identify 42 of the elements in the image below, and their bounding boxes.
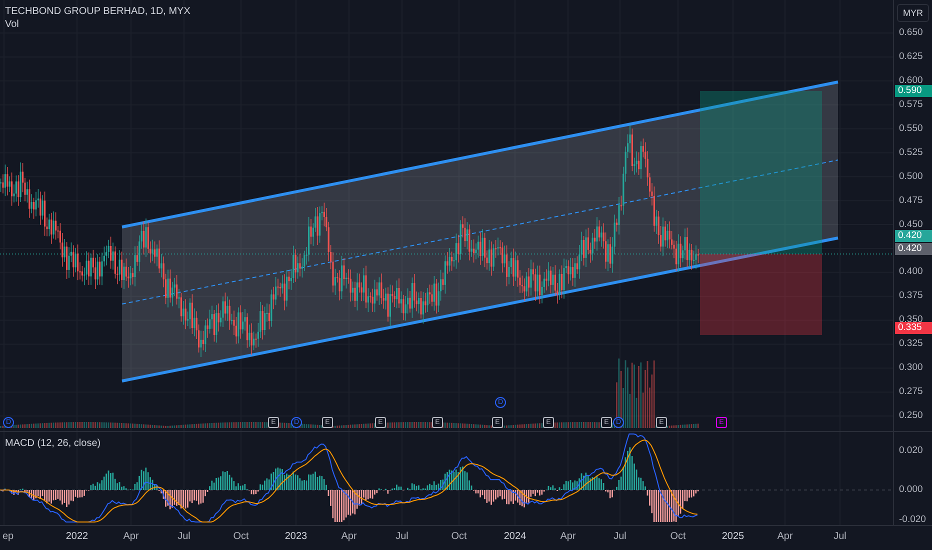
time-axis-label: Jul [178,531,190,542]
symbol-title: TECHBOND GROUP BERHAD, 1D, MYX [5,6,190,17]
price-axis-label: 0.550 [899,122,923,135]
macd-label: MACD (12, 26, close) [5,438,101,449]
time-axis-label: 2022 [66,531,88,542]
price-axis-label: 0.450 [899,218,923,231]
price-axis-label: 0.475 [899,194,923,207]
macd-axis-label: 0.020 [899,445,923,457]
price-axis-label: 0.650 [899,27,923,39]
price-tag: 0.420 [895,243,932,255]
macd-axis-label: -0.020 [899,514,926,526]
time-axis-label: Jul [834,531,846,542]
time-axis-label: Jul [614,531,626,542]
price-axis-label: 0.325 [899,338,923,350]
price-axis-label: 0.625 [899,50,923,63]
time-axis-label: Oct [451,531,467,542]
price-axis-label: 0.525 [899,146,923,159]
time-axis-label: ep [2,531,14,542]
price-axis-label: 0.250 [899,410,923,422]
time-axis-label: 2023 [284,531,308,542]
time-axis-label: Apr [777,531,793,542]
price-axis-label: 0.575 [899,98,923,111]
time-axis-label: Apr [123,531,139,542]
time-axis-label: Apr [560,531,576,542]
price-axis-label: 0.275 [899,386,923,398]
volume-label: Vol [5,19,20,30]
time-axis-label: Apr [341,531,357,542]
price-tag: 0.335 [895,322,932,334]
price-axis-label: 0.400 [899,266,923,278]
price-axis-label: 0.300 [899,362,923,374]
price-axis-label: 0.600 [899,74,923,86]
time-axis-label: 2025 [722,531,744,542]
currency-button[interactable]: MYR [897,4,929,22]
time-axis-label: Oct [233,531,249,542]
time-axis-label: 2024 [504,531,526,542]
time-axis-label: Jul [396,531,408,542]
macd-axis-label: 0.000 [899,484,923,496]
price-tag: 0.590 [895,85,932,97]
time-axis-label: Oct [670,531,686,542]
price-tag: 0.420 [895,230,932,242]
price-axis-label: 0.375 [899,290,923,302]
price-axis-label: 0.500 [899,170,923,183]
